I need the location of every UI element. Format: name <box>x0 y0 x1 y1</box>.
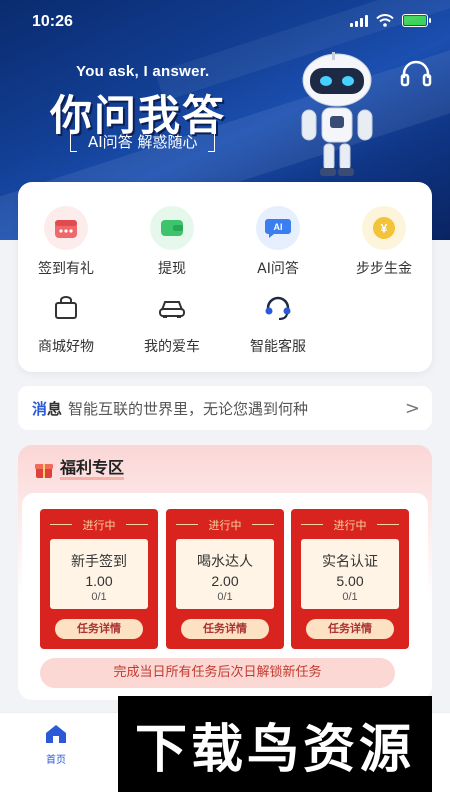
tab-home-label: 首页 <box>46 755 66 766</box>
task-progress: 0/1 <box>342 591 358 603</box>
task-progress: 0/1 <box>217 591 233 603</box>
menu-label: 商城好物 <box>38 339 94 355</box>
hero-tagline: AI问答 解惑随心 <box>70 130 216 152</box>
task-detail-button[interactable]: 任务详情 <box>55 619 143 639</box>
menu-item-step-gold[interactable]: ¥ 步步生金 <box>336 206 432 278</box>
menu-item-withdraw[interactable]: 提现 <box>124 206 220 278</box>
signal-icon <box>350 14 368 27</box>
task-detail-button[interactable]: 任务详情 <box>181 619 269 639</box>
menu-label: AI问答 <box>257 261 299 277</box>
task-progress: 0/1 <box>91 591 107 603</box>
chevron-right-icon: > <box>404 398 420 419</box>
menu-item-shop[interactable]: 商城好物 <box>18 288 114 356</box>
task-status: 进行中 <box>291 517 409 533</box>
task-info: 新手签到 1.00 0/1 <box>50 539 148 609</box>
status-icons <box>350 14 431 27</box>
task-reward: 1.00 <box>85 573 113 589</box>
task-status: 进行中 <box>166 517 284 533</box>
menu-label: 步步生金 <box>356 261 412 277</box>
task-status: 进行中 <box>40 517 158 533</box>
status-bar: 10:26 <box>0 0 450 44</box>
menu-label: 我的爱车 <box>144 339 200 355</box>
home-icon <box>46 725 66 743</box>
welfare-header: 福利专区 <box>34 459 125 480</box>
task-card: 进行中 喝水达人 2.00 0/1 任务详情 <box>166 509 284 649</box>
notice-bar[interactable]: 消息 智能互联的世界里，无论您遇到何种 > <box>18 386 432 430</box>
robot-illustration <box>301 52 373 176</box>
svg-text:AI: AI <box>274 222 283 232</box>
menu-label: 智能客服 <box>250 339 306 355</box>
notice-tag-prefix: 消 <box>32 399 48 418</box>
coin-icon: ¥ <box>362 206 406 250</box>
unlock-notice: 完成当日所有任务后次日解锁新任务 <box>40 658 395 688</box>
notice-text: 智能互联的世界里，无论您遇到何种 <box>68 399 309 418</box>
customer-service-icon <box>258 288 298 328</box>
car-icon <box>152 288 192 328</box>
task-card: 进行中 实名认证 5.00 0/1 任务详情 <box>291 509 409 649</box>
menu-item-checkin[interactable]: 签到有礼 <box>18 206 114 278</box>
status-time: 10:26 <box>32 13 73 30</box>
svg-text:¥: ¥ <box>381 222 388 236</box>
task-detail-button[interactable]: 任务详情 <box>306 619 394 639</box>
gift-icon <box>35 463 53 478</box>
checkin-calendar-icon <box>44 206 88 250</box>
quick-menu: 签到有礼 提现 AI AI问答 ¥ 步步生金 商城好物 我的爱车 智能客服 <box>18 182 432 372</box>
menu-label: 签到有礼 <box>38 261 94 277</box>
notice-tag-suffix: 息 <box>47 399 63 418</box>
hero-subtitle: You ask, I answer. <box>76 63 210 80</box>
headset-icon[interactable] <box>400 60 432 88</box>
task-reward: 2.00 <box>211 573 239 589</box>
task-info: 喝水达人 2.00 0/1 <box>176 539 274 609</box>
task-name: 喝水达人 <box>197 554 253 570</box>
wifi-icon <box>376 14 394 27</box>
menu-label: 提现 <box>158 261 186 277</box>
task-card: 进行中 新手签到 1.00 0/1 任务详情 <box>40 509 158 649</box>
shopping-bag-icon <box>46 288 86 328</box>
welfare-title: 福利专区 <box>60 459 125 480</box>
wallet-icon <box>150 206 194 250</box>
menu-item-ai-qa[interactable]: AI AI问答 <box>230 206 326 278</box>
menu-item-my-car[interactable]: 我的爱车 <box>124 288 220 356</box>
menu-item-customer-service[interactable]: 智能客服 <box>230 288 326 356</box>
task-info: 实名认证 5.00 0/1 <box>301 539 399 609</box>
battery-icon <box>402 14 431 27</box>
task-name: 新手签到 <box>71 554 127 570</box>
task-name: 实名认证 <box>322 554 378 570</box>
notice-tag: 消息 <box>32 398 62 419</box>
task-reward: 5.00 <box>336 573 364 589</box>
tab-home[interactable]: 首页 <box>36 723 76 766</box>
watermark: 下载鸟资源 <box>118 696 432 792</box>
ai-chat-icon: AI <box>256 206 300 250</box>
